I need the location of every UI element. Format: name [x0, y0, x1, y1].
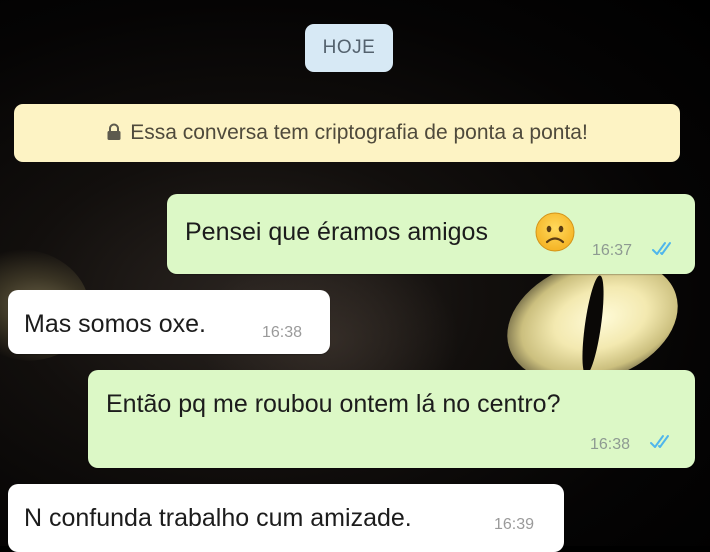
message-text: Mas somos oxe. [24, 310, 207, 338]
message-bubble-outgoing[interactable]: Pensei que éramos amigos 16:37 [167, 194, 695, 274]
message-time: 16:39 [494, 516, 535, 533]
message-text: N confunda trabalho cum amizade. [24, 504, 412, 532]
message-bubble-outgoing[interactable]: Então pq me roubou ontem lá no centro? 1… [88, 370, 695, 468]
message-time: 16:38 [262, 324, 303, 341]
message-bubble-incoming[interactable]: Mas somos oxe. 16:38 [8, 290, 330, 354]
encryption-notice-text: Essa conversa tem criptografia de ponta … [130, 121, 588, 144]
date-separator-label: HOJE [322, 37, 376, 58]
encryption-notice[interactable]: Essa conversa tem criptografia de ponta … [14, 104, 680, 162]
double-check-icon [650, 435, 669, 448]
date-separator: HOJE [305, 24, 393, 72]
message-time: 16:37 [592, 242, 633, 259]
message-text: Pensei que éramos amigos [185, 218, 488, 246]
message-text: Então pq me roubou ontem lá no centro? [106, 390, 561, 418]
message-bubble-incoming[interactable]: N confunda trabalho cum amizade. 16:39 [8, 484, 564, 552]
message-time: 16:38 [590, 436, 631, 453]
double-check-icon [652, 242, 671, 255]
lock-icon [106, 123, 122, 141]
sad-face-emoji [535, 212, 575, 252]
